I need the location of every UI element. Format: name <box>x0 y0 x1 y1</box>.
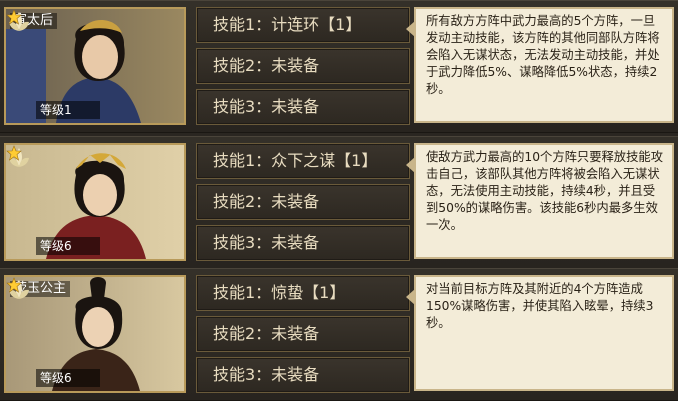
skill-slot-2[interactable]: 技能2：未装备 <box>196 316 410 352</box>
star-icon <box>6 145 22 161</box>
skill-slot-1[interactable]: 技能1：众下之谋【1】 <box>196 143 410 179</box>
skill-list-3: 技能1：惊蛰【1】 技能2：未装备 技能3：未装备 <box>196 275 410 398</box>
skill-slot-2[interactable]: 技能2：未装备 <box>196 184 410 220</box>
skill-description-3: 对当前目标方阵及其附近的4个方阵造成150%谋略伤害，并使其陷入眩晕，持续3秒。 <box>414 275 674 391</box>
skill-list-1: 技能1：计连环【1】 技能2：未装备 技能3：未装备 <box>196 7 410 130</box>
general-row-3: 荧玉公主 等级6 技能1：惊蛰【1】 技能2：未装备 技能3：未装备 对当前目标… <box>0 268 678 401</box>
general-row-1: 宣太后 等级1 技能1：计连环【1】 技能2：未装备 技能3：未装备 所有敌方方… <box>0 0 678 133</box>
skill-slot-2[interactable]: 技能2：未装备 <box>196 48 410 84</box>
skill-slot-3[interactable]: 技能3：未装备 <box>196 89 410 125</box>
general-portrait-2[interactable]: 等级6 <box>4 143 186 261</box>
skill-slot-3[interactable]: 技能3：未装备 <box>196 225 410 261</box>
skill-list-2: 技能1：众下之谋【1】 技能2：未装备 技能3：未装备 <box>196 143 410 266</box>
general-level: 等级1 <box>36 101 100 119</box>
general-level: 等级6 <box>36 369 100 387</box>
general-portrait-1[interactable]: 宣太后 等级1 <box>4 7 186 125</box>
general-row-2: 等级6 技能1：众下之谋【1】 技能2：未装备 技能3：未装备 使敌方武力最高的… <box>0 136 678 269</box>
general-portrait-3[interactable]: 荧玉公主 等级6 <box>4 275 186 393</box>
skill-slot-1[interactable]: 技能1：计连环【1】 <box>196 7 410 43</box>
star-icon <box>6 9 22 25</box>
skill-slot-3[interactable]: 技能3：未装备 <box>196 357 410 393</box>
star-icon <box>6 277 22 293</box>
skill-description-2: 使敌方武力最高的10个方阵只要释放技能攻击自己，该部队其他方阵将被会陷入无谋状态… <box>414 143 674 259</box>
skill-slot-1[interactable]: 技能1：惊蛰【1】 <box>196 275 410 311</box>
skill-description-1: 所有敌方方阵中武力最高的5个方阵，一旦发动主动技能，该方阵的其他同部队方阵将会陷… <box>414 7 674 123</box>
general-level: 等级6 <box>36 237 100 255</box>
